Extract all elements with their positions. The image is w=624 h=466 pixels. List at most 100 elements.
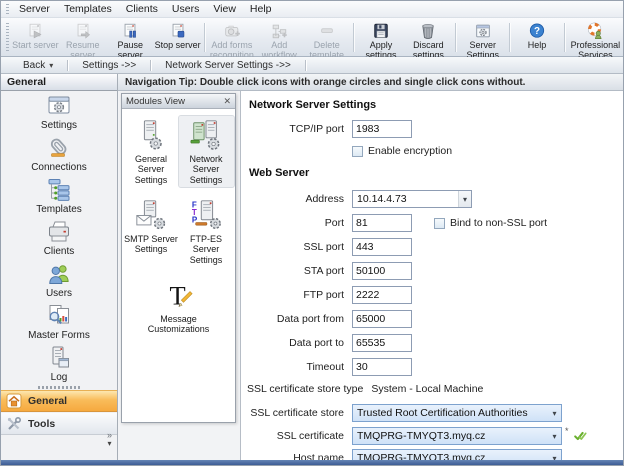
toolbar-button-label: Help: [528, 41, 547, 51]
status-bar: [1, 460, 623, 465]
close-icon[interactable]: ✕: [223, 96, 231, 107]
sidebar-expander-button[interactable]: » ▾: [107, 432, 112, 447]
bind-non-ssl-checkbox[interactable]: [434, 218, 445, 229]
data-port-to-label: Data port to: [247, 337, 344, 349]
host-name-combo[interactable]: TMQPRG-TMYQT3.myq.cz ▾: [352, 449, 562, 460]
cert-store-combo-value: Trusted Root Certification Authorities: [353, 407, 548, 419]
professional-services-button[interactable]: Professional Services: [568, 20, 623, 55]
master-forms-icon: [46, 303, 72, 329]
start-server-icon: [25, 22, 45, 40]
sidebar-item-settings[interactable]: Settings: [1, 91, 117, 133]
sta-port-input[interactable]: [352, 262, 412, 280]
back-button[interactable]: Back ▾: [9, 60, 67, 71]
smtp-server-settings-icon: [133, 198, 169, 232]
menu-templates[interactable]: Templates: [57, 2, 119, 16]
data-port-to-row: Data port to: [247, 333, 623, 353]
menu-users[interactable]: Users: [165, 2, 206, 16]
paperclip-icon: [46, 135, 72, 161]
ssl-certificate-row: SSL certificate TMQPRG-TMYQT3.myq.cz ▾ *: [247, 426, 623, 446]
data-port-from-row: Data port from: [247, 309, 623, 329]
cert-store-type-row: SSL certificate store type System - Loca…: [247, 381, 623, 397]
life-ring-icon: [585, 22, 605, 40]
sidebar: General Settings Connections Templates C…: [1, 74, 118, 460]
address-combo[interactable]: 10.14.4.73 ▾: [352, 190, 472, 208]
sidebar-item-label: Users: [46, 288, 72, 299]
sidebar-item-label: Master Forms: [28, 330, 90, 341]
network-server-settings-icon: [188, 118, 224, 152]
data-port-to-input[interactable]: [352, 334, 412, 352]
enable-encryption-checkbox[interactable]: [352, 146, 363, 157]
band-label: Tools: [28, 418, 55, 430]
delete-template-icon: [317, 22, 337, 40]
enable-encryption-row: Enable encryption: [247, 143, 623, 159]
sidebar-item-connections[interactable]: Connections: [1, 133, 117, 175]
menu-server[interactable]: Server: [12, 2, 57, 16]
tcpip-port-input[interactable]: [352, 120, 412, 138]
workflow-icon: [269, 22, 289, 40]
timeout-input[interactable]: [352, 358, 412, 376]
menu-clients[interactable]: Clients: [119, 2, 165, 16]
module-ftp-es-server-settings[interactable]: FTP FTP-ES Server Settings: [179, 196, 234, 267]
general-server-settings-icon: [133, 118, 169, 152]
module-network-server-settings[interactable]: Network Server Settings: [179, 116, 234, 187]
module-item-label: General Server Settings: [124, 154, 179, 185]
cert-store-label: SSL certificate store: [247, 407, 344, 419]
port-label: Port: [247, 217, 344, 229]
cert-store-type-value: System - Local Machine: [371, 383, 483, 395]
sidebar-band-tools[interactable]: Tools: [1, 413, 117, 435]
port-row: Port Bind to non-SSL port: [247, 213, 623, 233]
menu-bar: Server Templates Clients Users View Help: [1, 1, 623, 18]
toolbar-separator: [564, 23, 565, 52]
menu-view[interactable]: View: [206, 2, 243, 16]
toolbar-separator: [204, 23, 205, 52]
address-row: Address 10.14.4.73 ▾: [247, 189, 623, 209]
chevron-down-icon: ▾: [458, 191, 471, 207]
module-general-server-settings[interactable]: General Server Settings: [124, 116, 179, 187]
modules-view-title: Modules View: [126, 96, 185, 107]
sidebar-item-list: Settings Connections Templates Clients U…: [1, 91, 117, 385]
module-smtp-server-settings[interactable]: SMTP Server Settings: [124, 196, 179, 267]
breadcrumb-separator: [305, 60, 306, 71]
message-customizations-icon: T: [161, 278, 197, 312]
add-forms-recognition-button: Add forms recognition: [208, 20, 255, 55]
sidebar-item-label: Clients: [44, 246, 75, 257]
address-label: Address: [247, 193, 344, 205]
delete-template-button: Delete template: [303, 20, 350, 55]
sidebar-item-master-forms[interactable]: Master Forms: [1, 301, 117, 343]
ssl-port-input[interactable]: [352, 238, 412, 256]
home-icon: [6, 393, 22, 409]
timeout-row: Timeout: [247, 357, 623, 377]
apply-settings-button[interactable]: Apply settings: [357, 20, 404, 55]
breadcrumb-settings[interactable]: Settings ->>: [68, 60, 150, 71]
pause-server-button[interactable]: Pause server: [107, 20, 154, 55]
window-gear-icon: [473, 22, 493, 40]
sidebar-item-label: Log: [51, 372, 68, 383]
section-heading-network: Network Server Settings: [249, 99, 623, 113]
main-toolbar: Start server Resume server Pause server …: [1, 18, 623, 57]
stop-server-button[interactable]: Stop server: [154, 20, 201, 55]
breadcrumb-network-server-settings[interactable]: Network Server Settings ->>: [151, 60, 305, 71]
start-server-button: Start server: [12, 20, 59, 55]
sidebar-item-clients[interactable]: Clients: [1, 217, 117, 259]
help-button[interactable]: ? Help: [513, 20, 560, 55]
toolbar-button-label: Stop server: [155, 41, 201, 51]
ftp-port-label: FTP port: [247, 289, 344, 301]
module-message-customizations[interactable]: T Message Customizations: [131, 276, 227, 337]
ssl-certificate-combo[interactable]: TMQPRG-TMYQT3.myq.cz ▾: [352, 427, 562, 445]
discard-settings-button[interactable]: Discard settings: [405, 20, 452, 55]
toolbar-separator: [353, 23, 354, 52]
port-input[interactable]: [352, 214, 412, 232]
sidebar-item-templates[interactable]: Templates: [1, 175, 117, 217]
ftp-port-input[interactable]: [352, 286, 412, 304]
cert-store-combo[interactable]: Trusted Root Certification Authorities ▾: [352, 404, 562, 422]
menu-help[interactable]: Help: [243, 2, 279, 16]
server-settings-button[interactable]: Server Settings: [459, 20, 506, 55]
data-port-from-input[interactable]: [352, 310, 412, 328]
help-icon: ?: [527, 22, 547, 40]
required-marker: *: [565, 426, 569, 436]
toolbar-separator: [509, 23, 510, 52]
sidebar-band-general[interactable]: General: [1, 390, 117, 412]
sidebar-item-log[interactable]: Log: [1, 343, 117, 385]
tools-icon: [6, 416, 22, 432]
sidebar-item-users[interactable]: Users: [1, 259, 117, 301]
